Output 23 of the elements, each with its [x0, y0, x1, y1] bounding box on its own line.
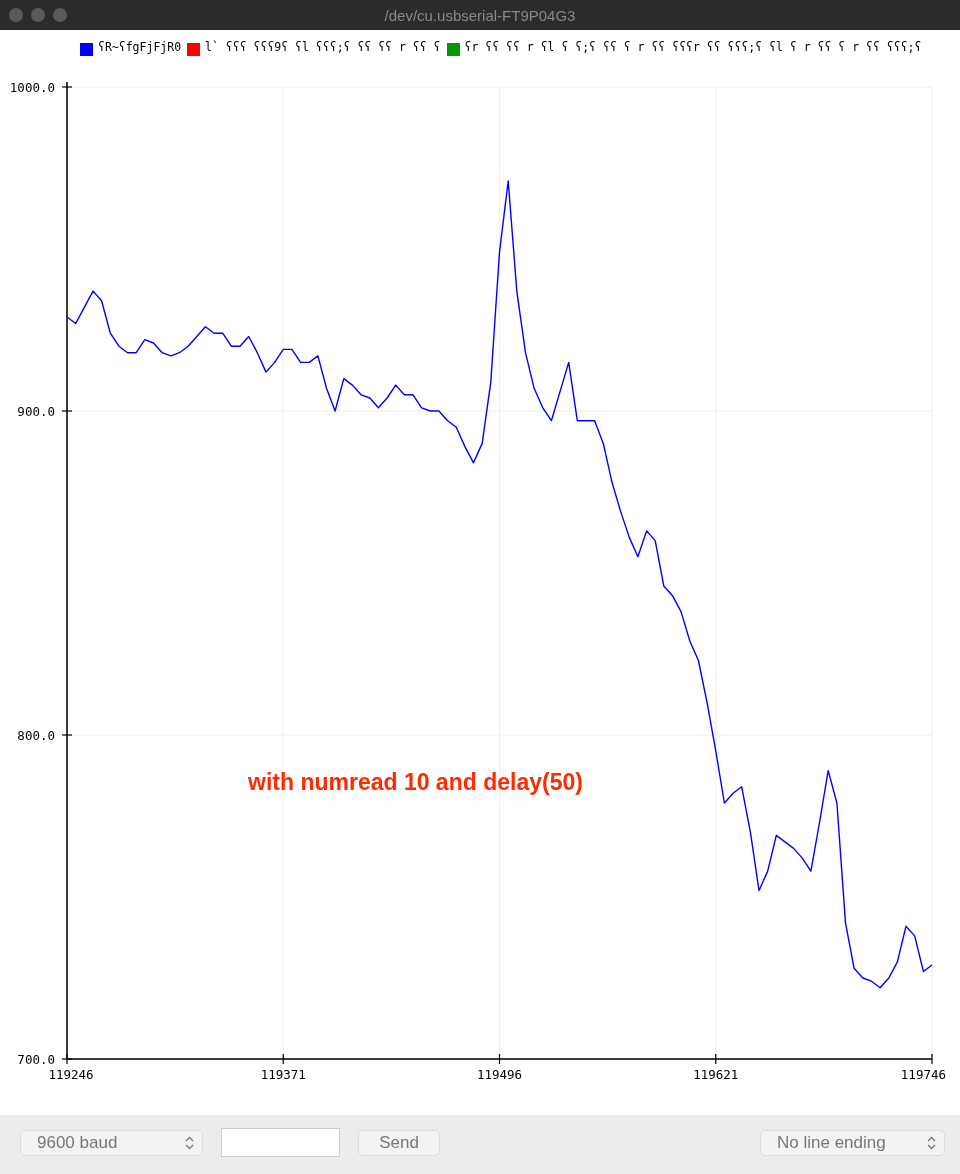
x-tick-label: 119496	[476, 1067, 523, 1082]
x-tick-label: 119746	[900, 1067, 946, 1082]
legend-label: ʕr ʕʕ ʕʕ r ʕl ʕ ʕ;ʕ ʕʕ ʕ r ʕʕ ʕʕʕr ʕʕ ʕʕʕ;ʕ ʕl ʕ r ʕʕ ʕ r ʕʕ ʕʕʕ;ʕ	[464, 40, 922, 54]
window-control-button[interactable]	[53, 8, 67, 22]
window-control-button[interactable]	[31, 8, 45, 22]
x-tick-label: 119246	[48, 1067, 94, 1082]
line-ending-select[interactable]: No line ending	[760, 1129, 945, 1156]
send-button[interactable]: Send	[358, 1129, 440, 1156]
message-input-field[interactable]	[221, 1128, 340, 1157]
legend-label: ʕR~ʕfgFjFjR0	[98, 40, 182, 54]
y-tick-label: 800.0	[17, 728, 55, 743]
baud-rate-select[interactable]: 9600 baud	[20, 1129, 203, 1156]
y-tick-label: 1000.0	[9, 80, 55, 95]
window-control-button[interactable]	[9, 8, 23, 22]
y-tick-label: 700.0	[17, 1052, 55, 1067]
legend-label: l` ʕʕʕ ʕʕʕ9ʕ ʕl ʕʕʕ;ʕ ʕʕ ʕʕ r ʕʕ ʕ	[205, 40, 441, 54]
y-tick-label: 900.0	[17, 404, 55, 419]
chart-annotation: with numread 10 and delay(50)	[248, 769, 583, 795]
x-tick-label: 119621	[693, 1067, 739, 1082]
window-title: /dev/cu.usbserial-FT9P04G3	[384, 6, 576, 24]
x-tick-label: 119371	[260, 1067, 306, 1082]
chevron-icon	[927, 1135, 936, 1150]
chevron-icon	[185, 1135, 194, 1150]
